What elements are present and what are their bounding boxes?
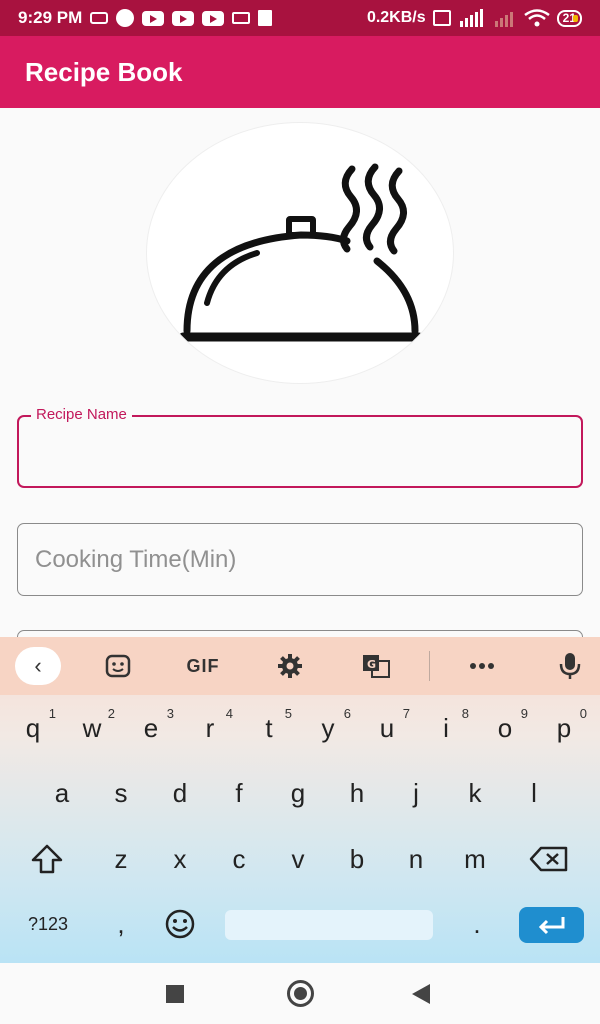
key-a[interactable]: a bbox=[33, 765, 91, 821]
youtube-icon bbox=[172, 10, 195, 26]
key-u[interactable]: u7 bbox=[358, 700, 416, 756]
comma-key[interactable]: , bbox=[92, 896, 150, 952]
net-speed: 0.2KB/s bbox=[366, 9, 426, 26]
key-x[interactable]: x bbox=[151, 831, 209, 887]
youtube-icon bbox=[142, 10, 165, 26]
key-y[interactable]: y6 bbox=[299, 700, 357, 756]
cooking-time-field[interactable]: Cooking Time(Min) bbox=[17, 523, 583, 596]
trash-icon bbox=[258, 10, 273, 26]
key-q[interactable]: q1 bbox=[4, 700, 62, 756]
key-row-1: q1 w2 e3 r4 t5 y6 u7 i8 o9 p0 bbox=[0, 700, 600, 758]
volte-icon bbox=[432, 10, 451, 26]
back-button[interactable] bbox=[412, 984, 430, 1004]
recipe-name-label: Recipe Name bbox=[31, 406, 132, 423]
key-b[interactable]: b bbox=[328, 831, 386, 887]
recipe-image[interactable] bbox=[146, 122, 454, 384]
key-z[interactable]: z bbox=[92, 831, 150, 887]
period-key[interactable]: . bbox=[448, 896, 506, 952]
battery-icon: 21 bbox=[556, 9, 582, 27]
emoji-icon[interactable] bbox=[151, 896, 209, 952]
key-e[interactable]: e3 bbox=[122, 700, 180, 756]
key-o[interactable]: o9 bbox=[476, 700, 534, 756]
svg-text:G: G bbox=[367, 658, 376, 671]
wifi-icon bbox=[523, 9, 550, 27]
more-icon[interactable] bbox=[464, 649, 500, 683]
key-j[interactable]: j bbox=[387, 765, 445, 821]
mic-icon[interactable] bbox=[552, 649, 588, 683]
youtube-icon bbox=[202, 10, 225, 26]
soft-keyboard: ‹ GIF G q1 w2 e3 r4 t5 y6 u7 i8 o9 p0 a bbox=[0, 637, 600, 963]
recipe-name-field[interactable]: Recipe Name bbox=[17, 406, 583, 488]
key-l[interactable]: l bbox=[505, 765, 563, 821]
navigation-bar bbox=[0, 963, 600, 1024]
app-icon bbox=[116, 9, 135, 27]
space-key[interactable] bbox=[225, 910, 433, 940]
app-title: Recipe Book bbox=[25, 56, 183, 87]
key-d[interactable]: d bbox=[151, 765, 209, 821]
key-r[interactable]: r4 bbox=[181, 700, 239, 756]
enter-icon[interactable] bbox=[519, 907, 584, 943]
keyboard-toolbar: ‹ GIF G bbox=[0, 637, 600, 695]
toolbar-back-button[interactable]: ‹ bbox=[15, 647, 61, 685]
cell-signal-icon bbox=[459, 9, 483, 27]
dish-cloche-icon bbox=[178, 163, 424, 342]
status-time: 9:29 PM bbox=[18, 8, 83, 27]
key-v[interactable]: v bbox=[269, 831, 327, 887]
backspace-icon[interactable] bbox=[520, 831, 578, 887]
key-t[interactable]: t5 bbox=[240, 700, 298, 756]
key-row-3: z x c v b n m bbox=[0, 831, 600, 889]
app-bar: Recipe Book bbox=[0, 36, 600, 108]
key-p[interactable]: p0 bbox=[535, 700, 593, 756]
notification-icon bbox=[90, 12, 109, 24]
key-w[interactable]: w2 bbox=[63, 700, 121, 756]
settings-gear-icon[interactable] bbox=[272, 649, 308, 683]
keyboard-icon bbox=[232, 12, 251, 24]
key-g[interactable]: g bbox=[269, 765, 327, 821]
sticker-icon[interactable] bbox=[100, 649, 136, 683]
key-h[interactable]: h bbox=[328, 765, 386, 821]
status-bar: 9:29 PM 0.2KB/s 21 bbox=[0, 0, 600, 36]
cooking-time-placeholder: Cooking Time(Min) bbox=[35, 546, 237, 573]
key-c[interactable]: c bbox=[210, 831, 268, 887]
key-f[interactable]: f bbox=[210, 765, 268, 821]
key-m[interactable]: m bbox=[446, 831, 504, 887]
translate-icon[interactable]: G bbox=[358, 649, 394, 683]
shift-icon[interactable] bbox=[18, 831, 76, 887]
key-k[interactable]: k bbox=[446, 765, 504, 821]
symbols-key[interactable]: ?123 bbox=[18, 896, 78, 952]
key-s[interactable]: s bbox=[92, 765, 150, 821]
key-n[interactable]: n bbox=[387, 831, 445, 887]
toolbar-divider bbox=[429, 651, 430, 681]
key-row-2: a s d f g h j k l bbox=[0, 765, 600, 823]
cell-signal-icon bbox=[494, 12, 513, 27]
recents-button[interactable] bbox=[166, 985, 184, 1003]
home-button[interactable] bbox=[287, 980, 314, 1007]
gif-button[interactable]: GIF bbox=[180, 649, 226, 683]
key-i[interactable]: i8 bbox=[417, 700, 475, 756]
